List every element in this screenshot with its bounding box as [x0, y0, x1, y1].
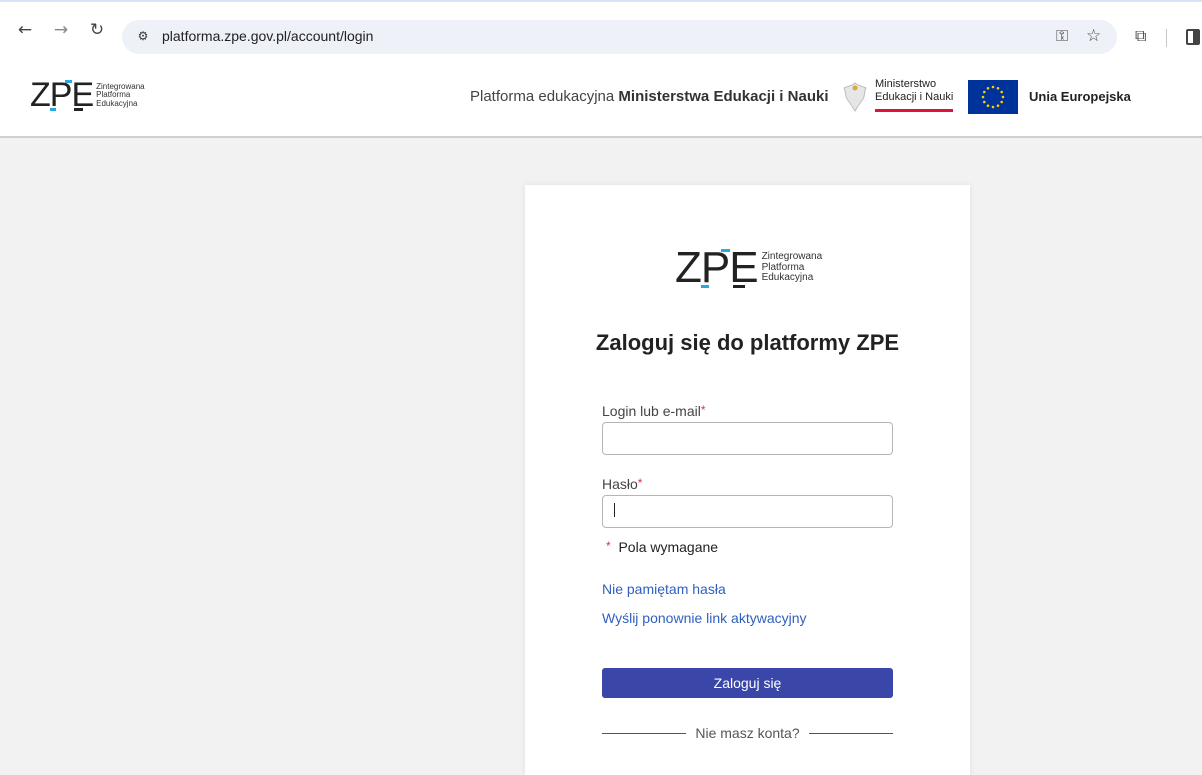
password-input[interactable] — [602, 495, 893, 528]
logo-subtitle: Zintegrowana Platforma Edukacyjna — [761, 251, 823, 284]
logo-letters: ZPE — [675, 243, 759, 292]
password-key-icon[interactable]: ⚿ — [1056, 26, 1068, 46]
required-fields-note: * Pola wymagane — [606, 539, 719, 555]
back-arrow-icon[interactable]: ← — [14, 19, 36, 41]
url-text[interactable]: platforma.zpe.gov.pl/account/login — [162, 28, 373, 44]
required-asterisk: * — [637, 476, 643, 490]
forward-arrow-icon[interactable]: → — [50, 19, 72, 41]
site-header: ZPE Zintegrowana Platforma Edukacyjna Pl… — [0, 58, 1202, 138]
divider-line — [808, 732, 893, 734]
platform-tagline: Platforma edukacyjna Ministerstwa Edukac… — [470, 88, 829, 105]
zpe-card-logo: ZPE Zintegrowana Platforma Edukacyjna — [675, 243, 822, 293]
logo-dash — [721, 249, 730, 252]
ministry-logo-underline — [875, 109, 953, 112]
text-cursor — [614, 503, 615, 517]
logo-dash — [74, 108, 83, 111]
resend-activation-link[interactable]: Wyślij ponownie link aktywacyjny — [602, 610, 807, 626]
zpe-logo[interactable]: ZPE Zintegrowana Platforma Edukacyjna — [30, 76, 145, 115]
required-asterisk: * — [606, 539, 611, 553]
eu-label: Unia Europejska — [1029, 89, 1131, 104]
logo-dash — [733, 285, 745, 288]
required-asterisk: * — [700, 403, 706, 417]
extensions-icon[interactable]: ⧉ — [1135, 26, 1146, 46]
side-panel-icon[interactable] — [1186, 29, 1200, 45]
eu-flag-icon — [968, 80, 1018, 114]
forgot-password-link[interactable]: Nie pamiętam hasła — [602, 581, 726, 597]
logo-dash — [50, 108, 56, 111]
login-field-label: Login lub e-mail* — [602, 403, 706, 419]
login-button[interactable]: Zaloguj się — [602, 668, 893, 698]
bookmark-star-icon[interactable]: ☆ — [1086, 26, 1101, 46]
page-title: Zaloguj się do platformy ZPE — [595, 330, 900, 355]
reload-icon[interactable]: ↻ — [86, 19, 108, 41]
password-field-label: Hasło* — [602, 476, 643, 492]
no-account-text: Nie masz konta? — [695, 725, 800, 741]
divider-line — [602, 732, 687, 734]
login-email-input[interactable] — [602, 422, 893, 455]
logo-dash — [65, 80, 72, 83]
address-bar[interactable]: ⚙ platforma.zpe.gov.pl/account/login ⚿ ☆ — [122, 20, 1117, 54]
browser-toolbar: ← → ↻ ⚙ platforma.zpe.gov.pl/account/log… — [0, 0, 1202, 58]
login-card: ZPE Zintegrowana Platforma Edukacyjna Za… — [525, 185, 970, 775]
logo-dash — [701, 285, 709, 288]
site-settings-icon[interactable]: ⚙ — [134, 27, 152, 45]
no-account-divider: Nie masz konta? — [602, 725, 893, 741]
toolbar-divider — [1166, 29, 1167, 47]
logo-subtitle: Zintegrowana Platforma Edukacyjna — [96, 81, 145, 108]
polish-eagle-emblem-icon — [838, 80, 872, 114]
logo-letters: ZPE — [30, 76, 94, 114]
ministry-logo-text: Ministerstwo Edukacji i Nauki — [875, 78, 954, 103]
